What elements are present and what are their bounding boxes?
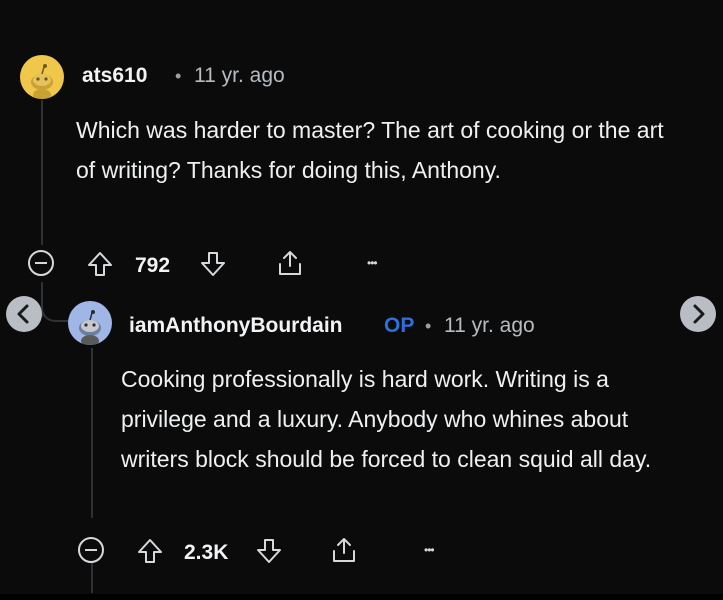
- previous-button[interactable]: [6, 296, 42, 332]
- share-icon[interactable]: [329, 535, 359, 565]
- separator-dot: •: [425, 316, 432, 336]
- share-icon[interactable]: [275, 248, 305, 278]
- collapse-icon[interactable]: [27, 249, 55, 277]
- bottom-edge: [0, 594, 723, 600]
- timestamp: 11 yr. ago: [444, 314, 535, 337]
- thread-connector: [41, 298, 69, 322]
- comment-body: Cooking professionally is hard work. Wri…: [121, 366, 652, 472]
- thread-line: [41, 100, 43, 245]
- more-icon[interactable]: •••: [367, 256, 378, 270]
- next-button[interactable]: [680, 296, 716, 332]
- comment-body: Which was harder to master? The art of c…: [76, 117, 664, 183]
- username[interactable]: iamAnthonyBourdain: [129, 314, 343, 338]
- avatar[interactable]: [20, 55, 64, 99]
- snoo-avatar-icon: [79, 310, 101, 345]
- collapse-icon[interactable]: [77, 536, 105, 564]
- username[interactable]: ats610: [82, 64, 147, 88]
- chevron-left-icon: [17, 304, 29, 324]
- snoo-avatar-icon: [31, 64, 53, 99]
- thread-line: [91, 348, 93, 518]
- more-icon[interactable]: •••: [424, 543, 435, 557]
- downvote-icon[interactable]: [255, 537, 283, 565]
- upvote-icon[interactable]: [136, 537, 164, 565]
- downvote-icon[interactable]: [199, 250, 227, 278]
- vote-count: 2.3K: [184, 541, 229, 564]
- vote-count: 792: [135, 254, 171, 277]
- separator-dot: •: [175, 66, 182, 86]
- op-badge: OP: [384, 314, 415, 337]
- chevron-right-icon: [693, 304, 705, 324]
- timestamp: 11 yr. ago: [194, 64, 285, 87]
- upvote-icon[interactable]: [86, 250, 114, 278]
- avatar[interactable]: [68, 301, 112, 345]
- thread-line: [91, 563, 93, 593]
